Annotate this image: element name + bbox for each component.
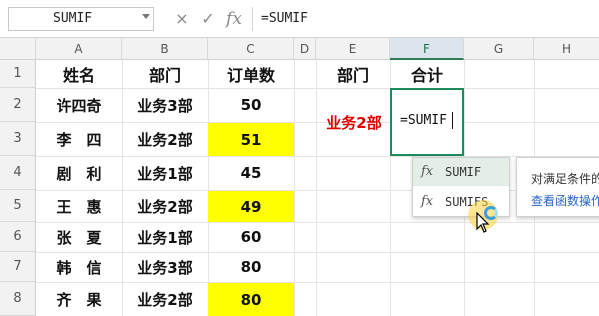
header-orders[interactable]: 订单数 [208, 60, 294, 88]
formula-input[interactable]: =SUMIF [252, 7, 599, 31]
cell-dept[interactable]: 业务3部 [122, 252, 208, 282]
cell-orders-highlighted[interactable]: 51 [208, 123, 294, 156]
cell-orders[interactable]: 50 [208, 88, 294, 122]
cell-dept[interactable]: 业务3部 [122, 88, 208, 122]
select-all-corner[interactable] [0, 38, 36, 60]
grid-line [316, 60, 317, 316]
column-header-f[interactable]: F [390, 38, 464, 60]
cell-dept[interactable]: 业务1部 [122, 222, 208, 252]
function-tooltip: 对满足条件的 查看函数操作 [516, 157, 599, 217]
row-header-4[interactable]: 4 [0, 156, 36, 190]
cell-name[interactable]: 王 惠 [36, 190, 122, 222]
column-header-a[interactable]: A [36, 38, 122, 60]
cell-dept[interactable]: 业务2部 [122, 282, 208, 316]
criteria-dept-cell[interactable]: 业务2部 [318, 105, 390, 139]
header-dept[interactable]: 部门 [122, 60, 208, 88]
row-header-2[interactable]: 2 [0, 88, 36, 122]
cell-orders-highlighted[interactable]: 80 [208, 283, 294, 316]
text-caret [452, 112, 453, 129]
fx-icon: fx [421, 164, 434, 179]
grid-line [294, 60, 295, 316]
fx-icon: fx [421, 194, 434, 209]
row-header-3[interactable]: 3 [0, 122, 36, 156]
tooltip-help-link[interactable]: 查看函数操作 [531, 192, 599, 209]
column-header-e[interactable]: E [316, 38, 390, 60]
row-header-1[interactable]: 1 [0, 60, 36, 88]
fx-icon[interactable]: fx [222, 9, 246, 29]
cell-name[interactable]: 齐 果 [36, 282, 122, 316]
cell-name[interactable]: 韩 信 [36, 252, 122, 282]
autocomplete-item-sumif[interactable]: fx SUMIF [413, 158, 509, 186]
autocomplete-item-label: SUMIF [445, 165, 482, 179]
cell-name[interactable]: 剧 利 [36, 156, 122, 190]
cell-orders[interactable]: 45 [208, 156, 294, 190]
cell-name[interactable]: 许四奇 [36, 88, 122, 122]
column-header-b[interactable]: B [122, 38, 208, 60]
row-header-5[interactable]: 5 [0, 190, 36, 222]
cell-dept[interactable]: 业务2部 [122, 190, 208, 222]
column-header-g[interactable]: G [464, 38, 534, 60]
cell-name[interactable]: 张 夏 [36, 222, 122, 252]
cell-orders[interactable]: 80 [208, 252, 294, 282]
column-header-h[interactable]: H [534, 38, 599, 60]
cancel-icon[interactable]: × [172, 9, 192, 29]
cell-orders[interactable]: 60 [208, 222, 294, 252]
cell-name[interactable]: 李 四 [36, 122, 122, 156]
summary-header-dept[interactable]: 部门 [316, 60, 390, 88]
name-box[interactable]: SUMIF [8, 7, 154, 31]
active-cell-formula: =SUMIF [400, 113, 447, 128]
column-header-c[interactable]: C [208, 38, 294, 60]
column-header-d[interactable]: D [294, 38, 316, 60]
row-header-7[interactable]: 7 [0, 252, 36, 282]
cell-orders-highlighted[interactable]: 49 [208, 191, 294, 222]
pointer-icon [476, 212, 490, 233]
cell-dept[interactable]: 业务1部 [122, 156, 208, 190]
row-header-8[interactable]: 8 [0, 282, 36, 316]
tooltip-description: 对满足条件的 [531, 172, 599, 186]
header-name[interactable]: 姓名 [36, 60, 122, 88]
cell-dept[interactable]: 业务2部 [122, 122, 208, 156]
confirm-icon[interactable]: ✓ [198, 9, 218, 29]
chevron-down-icon[interactable] [142, 14, 150, 19]
summary-header-total[interactable]: 合计 [390, 60, 464, 88]
row-header-6[interactable]: 6 [0, 222, 36, 252]
